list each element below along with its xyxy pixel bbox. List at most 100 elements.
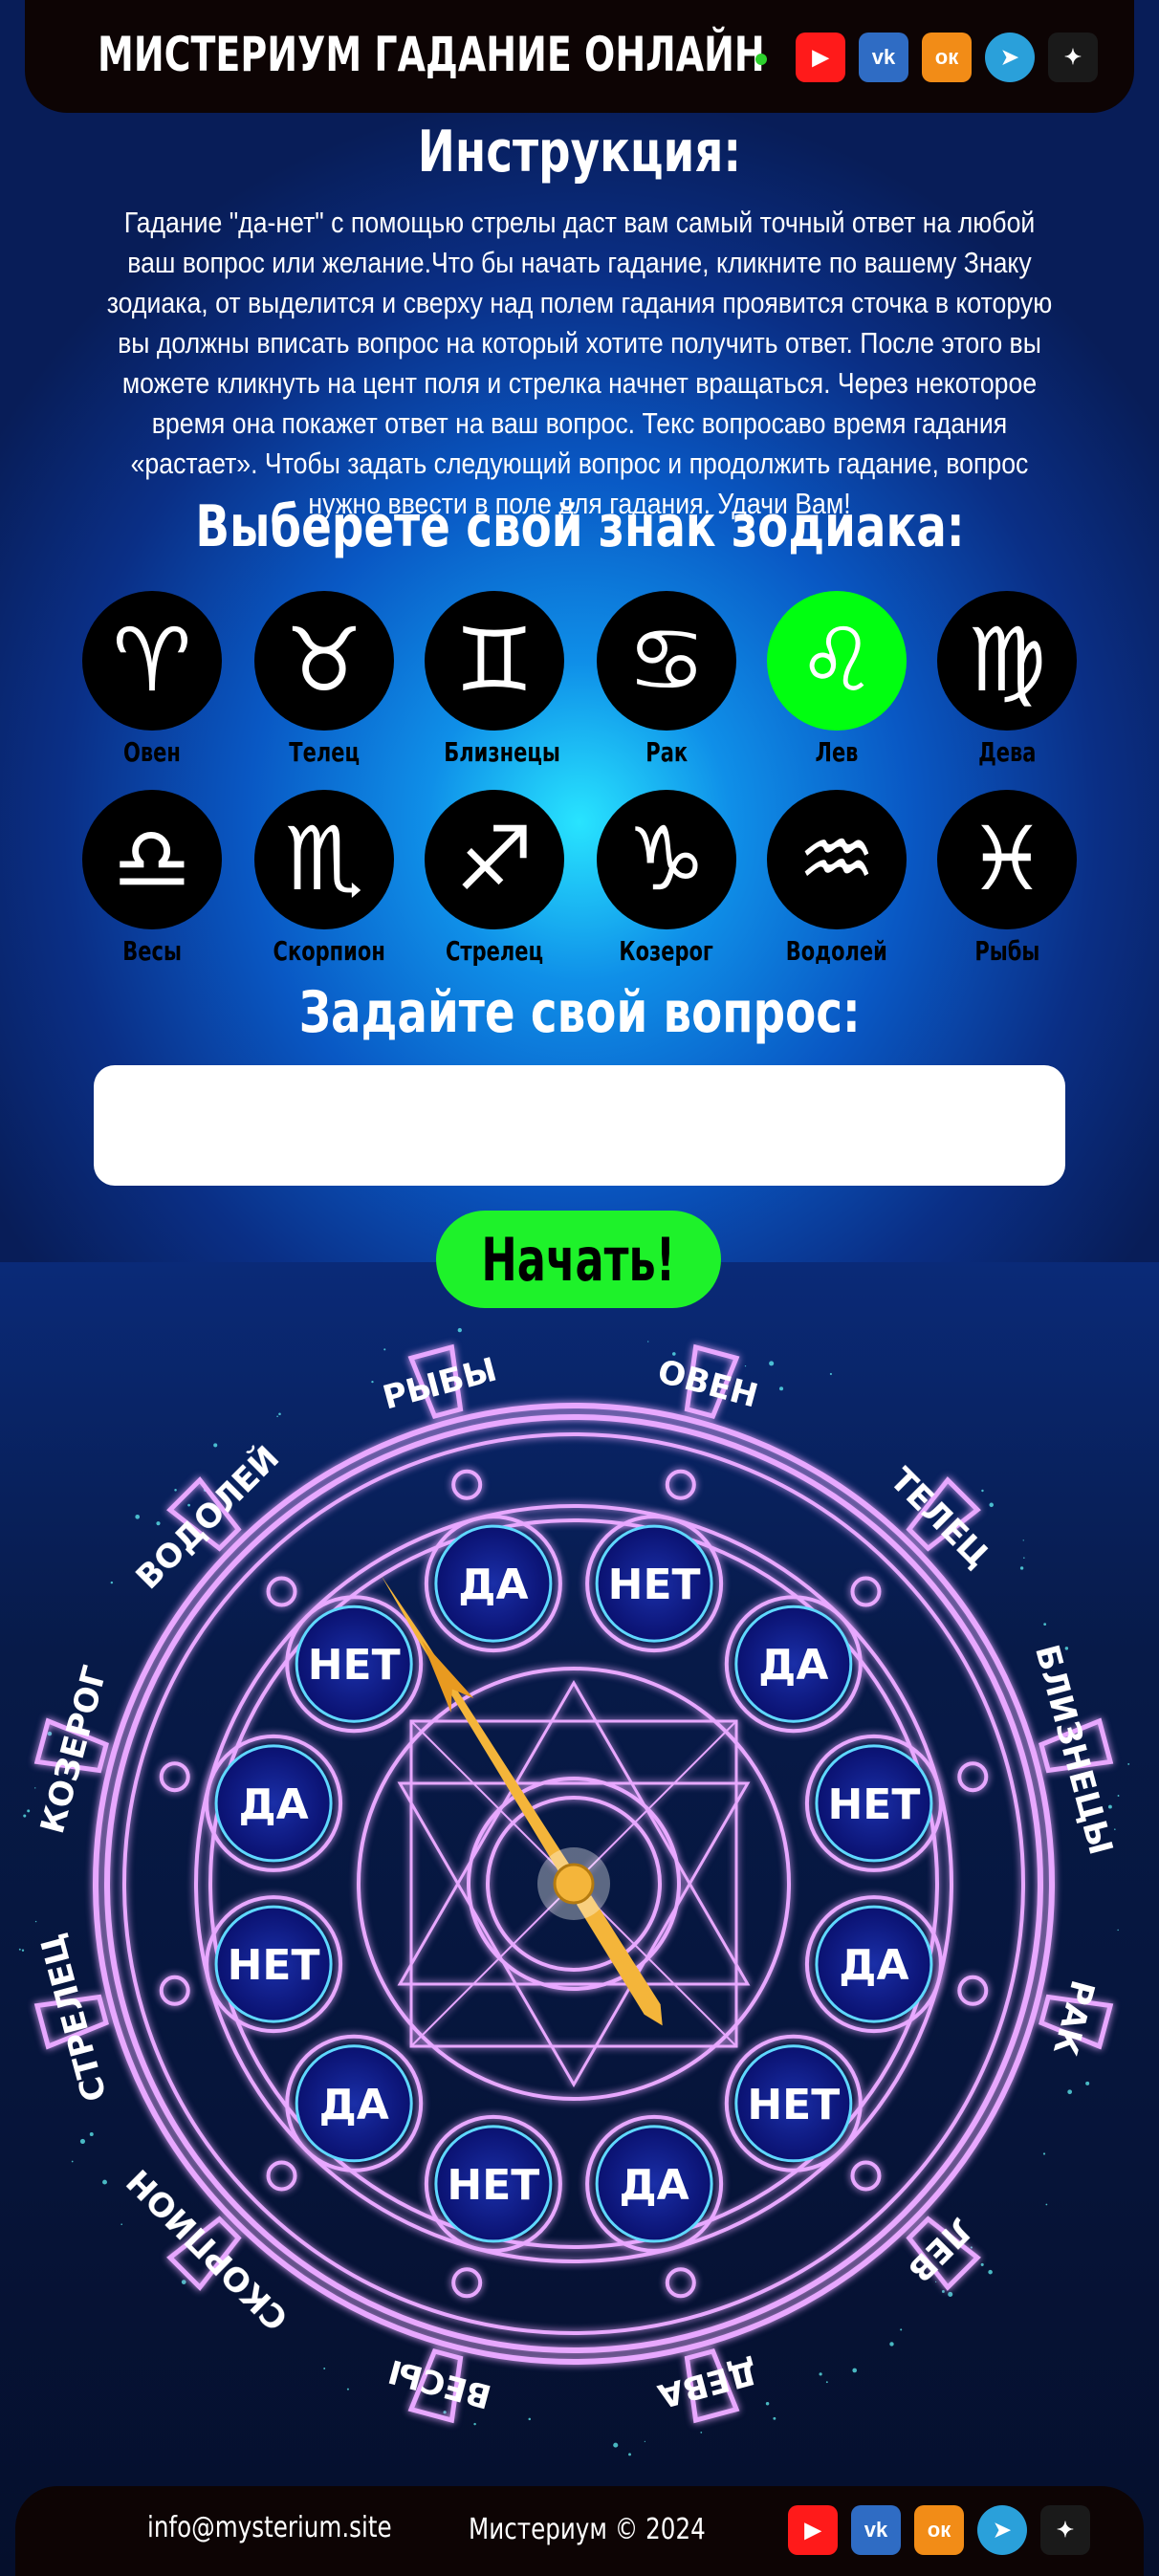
star-dot <box>120 2223 122 2225</box>
ring-dot <box>269 2162 295 2189</box>
answer-label: НЕТ <box>447 2161 539 2210</box>
star-dot <box>102 2180 107 2185</box>
zodiac-sign-5[interactable]: ♍︎ Дева <box>937 591 1077 763</box>
star-dot <box>647 1341 648 1342</box>
star-dot <box>981 2263 984 2266</box>
zodiac-heading: Выберете свой знак зодиака: <box>195 493 964 560</box>
odnoklassniki-icon[interactable]: ок <box>914 2505 964 2555</box>
inner-triangle <box>400 1783 748 2085</box>
zodiac-glyph-icon: ♒︎ <box>767 790 907 929</box>
odnoklassniki-icon[interactable]: ок <box>922 33 972 82</box>
zodiac-glyph-icon: ♓︎ <box>937 790 1077 929</box>
answer-label: НЕТ <box>228 1941 320 1990</box>
vk-icon[interactable]: vk <box>851 2505 901 2555</box>
answer-label: НЕТ <box>827 1780 920 1829</box>
star-dot <box>276 1415 278 1417</box>
zodiac-glyph-icon: ♎︎ <box>82 790 222 929</box>
answer-label: ДА <box>238 1780 308 1829</box>
zodiac-sign-label: Рак <box>645 736 688 768</box>
star-dot <box>111 1582 113 1583</box>
footer-social-links: ▶ vk ок ➤ ✦ <box>788 2505 1090 2555</box>
zodiac-sign-11[interactable]: ♓︎ Рыбы <box>937 790 1077 962</box>
star-dot <box>48 1732 53 1736</box>
star-dot <box>766 2402 769 2405</box>
star-dot <box>174 1489 177 1492</box>
answer-label: ДА <box>619 2161 689 2210</box>
answer-label: ДА <box>458 1561 528 1609</box>
ring-label-6: ВЕСЫ <box>384 2351 495 2415</box>
vk-icon[interactable]: vk <box>859 33 908 82</box>
zodiac-sign-0[interactable]: ♈︎ Овен <box>82 591 222 763</box>
star-dot <box>23 1814 26 1817</box>
needle-hub[interactable] <box>555 1865 593 1903</box>
zodiac-sign-6[interactable]: ♎︎ Весы <box>82 790 222 962</box>
star-dot <box>948 2292 952 2297</box>
answer-cell-8: НЕТ <box>207 1897 340 2031</box>
zodiac-sign-label: Весы <box>122 935 182 967</box>
question-input[interactable] <box>94 1065 1065 1186</box>
telegram-icon[interactable]: ➤ <box>985 33 1035 82</box>
answer-cell-4: НЕТ <box>727 2037 861 2171</box>
instructions-heading: Инструкция: <box>418 119 741 186</box>
star-icon[interactable]: ✦ <box>1048 33 1098 82</box>
star-dot <box>323 2368 325 2369</box>
star-dot <box>34 1787 35 1788</box>
answer-label: НЕТ <box>747 2081 840 2129</box>
star-dot <box>156 1521 160 1525</box>
answer-label: НЕТ <box>308 1641 401 1690</box>
answer-cell-11: ДА <box>426 1517 560 1650</box>
zodiac-sign-7[interactable]: ♏︎ Скорпион <box>254 790 394 962</box>
ring-dot <box>959 1977 986 2004</box>
instructions-text: Гадание "да-нет" с помощью стрелы даст в… <box>106 203 1054 524</box>
star-dot <box>135 1515 140 1519</box>
ring-dot <box>453 2269 480 2296</box>
start-button-label: Начать! <box>482 1225 676 1295</box>
star-dot <box>779 1386 783 1390</box>
answer-cell-1: ДА <box>727 1597 861 1731</box>
answer-cell-0: НЕТ <box>587 1517 721 1650</box>
answer-cell-3: ДА <box>807 1897 941 2031</box>
ring-label-0: ОВЕН <box>653 1352 761 1415</box>
star-dot <box>1043 1623 1046 1626</box>
zodiac-glyph-icon: ♋︎ <box>597 591 736 731</box>
star-dot <box>182 2280 186 2284</box>
question-heading: Задайте свой вопрос: <box>299 979 861 1046</box>
zodiac-sign-3[interactable]: ♋︎ Рак <box>597 591 736 763</box>
star-dot <box>745 1365 746 1366</box>
star-dot <box>72 2161 74 2163</box>
zodiac-glyph-icon: ♑︎ <box>597 790 736 929</box>
star-dot <box>1117 1930 1118 1931</box>
zodiac-sign-label: Козерог <box>620 935 713 967</box>
zodiac-glyph-icon: ♈︎ <box>82 591 222 731</box>
start-button[interactable]: Начать! <box>436 1211 721 1308</box>
star-icon[interactable]: ✦ <box>1040 2505 1090 2555</box>
star-dot <box>628 2453 631 2456</box>
star-dot <box>19 1949 21 1951</box>
instructions-heading-wrap: Инструкция: <box>0 119 1159 186</box>
site-title[interactable]: МИСТЕРИУМ ГАДАНИЕ ОНЛАЙН <box>98 27 765 82</box>
answer-cell-7: ДА <box>287 2037 421 2171</box>
star-dot <box>826 2381 828 2383</box>
footer-email[interactable]: info@mysterium.site <box>147 2511 392 2544</box>
star-dot <box>889 2342 893 2346</box>
telegram-icon[interactable]: ➤ <box>977 2505 1027 2555</box>
zodiac-sign-2[interactable]: ♊︎ Близнецы <box>425 591 564 763</box>
star-dot <box>1085 2082 1089 2085</box>
zodiac-sign-1[interactable]: ♉︎ Телец <box>254 591 394 763</box>
fortune-wheel[interactable]: ОВЕНТЕЛЕЦБЛИЗНЕЦЫРАКЛЕВДЕВАВЕСЫСКОРПИОНС… <box>0 1320 1159 2467</box>
zodiac-heading-wrap: Выберете свой знак зодиака: <box>0 493 1159 560</box>
zodiac-sign-label: Скорпион <box>273 935 385 967</box>
zodiac-sign-9[interactable]: ♑︎ Козерог <box>597 790 736 962</box>
zodiac-glyph-icon: ♉︎ <box>254 591 394 731</box>
star-dot <box>1023 1539 1024 1540</box>
youtube-icon[interactable]: ▶ <box>788 2505 838 2555</box>
star-dot <box>613 2443 618 2448</box>
zodiac-sign-8[interactable]: ♐︎ Стрелец <box>425 790 564 962</box>
zodiac-sign-10[interactable]: ♒︎ Водолей <box>767 790 907 962</box>
ring-dot <box>852 2162 879 2189</box>
zodiac-glyph-icon: ♌︎ <box>767 591 907 731</box>
youtube-icon[interactable]: ▶ <box>796 33 845 82</box>
zodiac-sign-label: Близнецы <box>444 736 560 768</box>
answer-label: ДА <box>758 1641 828 1690</box>
zodiac-sign-4[interactable]: ♌︎ Лев <box>767 591 907 763</box>
